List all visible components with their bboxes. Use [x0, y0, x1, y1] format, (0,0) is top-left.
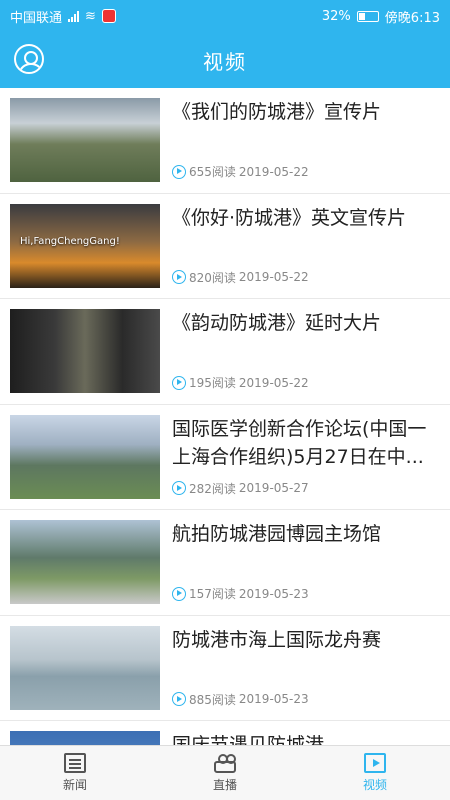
video-title: 《韵动防城港》延时大片 [172, 312, 382, 335]
battery-icon [356, 10, 379, 22]
play-count-icon [172, 164, 186, 179]
tab-label: 新闻 [62, 778, 87, 792]
app-notification-icon [101, 9, 116, 23]
live-icon [214, 754, 236, 773]
bottom-tab-bar: 新闻 直播 视频 [0, 745, 450, 800]
video-thumbnail[interactable] [10, 520, 160, 605]
app-header: 视频 [0, 32, 450, 88]
video-list-item[interactable]: 《我们的防城港》宣传片 655阅读 2019-05-22 [0, 88, 450, 194]
view-count: 820阅读 [189, 270, 236, 285]
battery-percent: 32% [321, 8, 351, 24]
video-thumbnail[interactable] [10, 414, 160, 499]
video-title: 国际医学创新合作论坛(中国一上海合作组织)5月27日在中... [172, 417, 427, 468]
video-title: 防城港市海上国际龙舟赛 [172, 628, 382, 651]
video-list-item[interactable]: 防城港市海上国际龙舟赛 885阅读 2019-05-23 [0, 615, 450, 721]
tab-label: 直播 [212, 778, 237, 792]
video-title: 《我们的防城港》宣传片 [172, 101, 382, 124]
status-bar: 中国联通 ≋ 32% 傍晚6:13 [0, 0, 450, 32]
video-list[interactable]: 《我们的防城港》宣传片 655阅读 2019-05-22 Hi,FangCheng… [0, 88, 450, 745]
tab-video[interactable]: 视频 [300, 746, 450, 800]
video-list-item[interactable]: Hi,FangChengGang! 《你好·防城港》英文宣传片 820阅读 201… [0, 193, 450, 299]
publish-date: 2019-05-22 [238, 375, 309, 390]
play-count-icon [172, 586, 186, 601]
signal-icon [68, 10, 80, 22]
wifi-icon: ≋ [85, 8, 96, 24]
video-list-item[interactable]: 航拍防城港园博园主场馆 157阅读 2019-05-23 [0, 510, 450, 616]
video-thumbnail[interactable] [10, 625, 160, 710]
view-count: 885阅读 [189, 692, 236, 707]
view-count: 157阅读 [189, 587, 236, 602]
view-count: 195阅读 [189, 376, 236, 391]
video-icon [364, 753, 386, 773]
video-title: 《你好·防城港》英文宣传片 [172, 206, 407, 229]
video-list-item[interactable]: 《韵动防城港》延时大片 195阅读 2019-05-22 [0, 299, 450, 405]
video-list-item[interactable]: 国际医学创新合作论坛(中国一上海合作组织)5月27日在中... 282阅读 201… [0, 404, 450, 510]
publish-date: 2019-05-23 [238, 586, 309, 601]
thumbnail-caption: Hi,FangChengGang! [20, 235, 120, 247]
video-title: 航拍防城港园博园主场馆 [172, 523, 382, 546]
video-thumbnail[interactable] [10, 98, 160, 183]
carrier-label: 中国联通 [10, 10, 63, 26]
play-count-icon [172, 481, 186, 496]
video-thumbnail[interactable]: Hi,FangChengGang! [10, 203, 160, 288]
news-icon [64, 753, 86, 773]
user-profile-icon[interactable] [14, 44, 44, 74]
video-list-item[interactable]: 国庆节遇见防城港 [0, 721, 450, 745]
video-thumbnail[interactable] [10, 309, 160, 394]
play-count-icon [172, 692, 186, 707]
publish-date: 2019-05-27 [238, 481, 309, 496]
tab-news[interactable]: 新闻 [0, 746, 150, 800]
view-count: 282阅读 [189, 481, 236, 496]
tab-label: 视频 [362, 778, 387, 792]
tab-live[interactable]: 直播 [150, 746, 300, 800]
publish-date: 2019-05-22 [238, 270, 309, 285]
video-title: 国庆节遇见防城港 [172, 731, 440, 745]
view-count: 655阅读 [189, 165, 236, 180]
play-count-icon [172, 375, 186, 390]
publish-date: 2019-05-22 [238, 164, 309, 179]
publish-date: 2019-05-23 [238, 692, 309, 707]
video-thumbnail[interactable] [10, 731, 160, 745]
page-title: 视频 [203, 49, 247, 74]
play-count-icon [172, 270, 186, 285]
clock: 傍晚6:13 [384, 10, 440, 26]
